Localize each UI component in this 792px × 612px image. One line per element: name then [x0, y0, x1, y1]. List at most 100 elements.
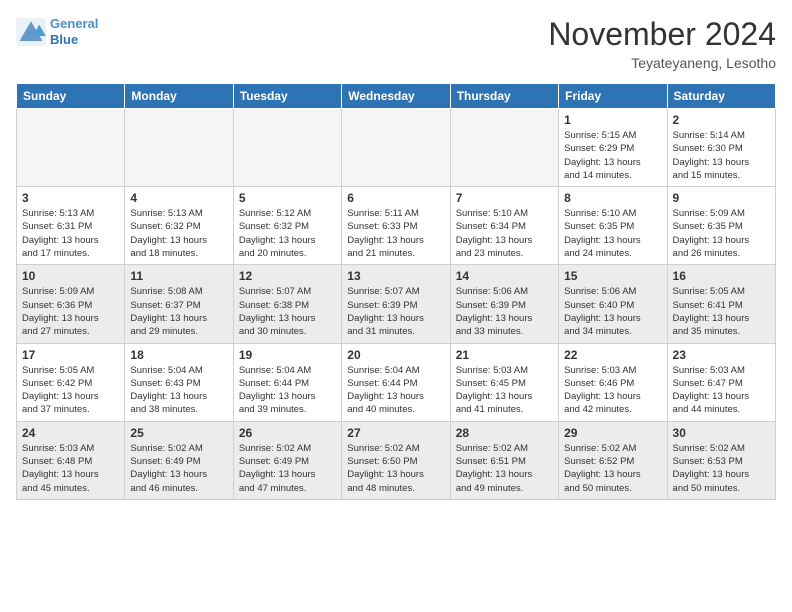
day-number: 18 — [130, 348, 227, 362]
day-info: Sunrise: 5:04 AM Sunset: 6:44 PM Dayligh… — [347, 364, 444, 417]
calendar-cell: 19 Sunrise: 5:04 AM Sunset: 6:44 PM Dayli… — [233, 343, 341, 421]
day-number: 23 — [673, 348, 770, 362]
calendar-cell: 8 Sunrise: 5:10 AM Sunset: 6:35 PM Daylig… — [559, 187, 667, 265]
day-number: 29 — [564, 426, 661, 440]
calendar-cell: 9 Sunrise: 5:09 AM Sunset: 6:35 PM Daylig… — [667, 187, 775, 265]
day-info: Sunrise: 5:02 AM Sunset: 6:53 PM Dayligh… — [673, 442, 770, 495]
weekday-header-wednesday: Wednesday — [342, 84, 450, 109]
day-number: 15 — [564, 269, 661, 283]
day-info: Sunrise: 5:05 AM Sunset: 6:41 PM Dayligh… — [673, 285, 770, 338]
day-number: 16 — [673, 269, 770, 283]
day-number: 30 — [673, 426, 770, 440]
calendar-cell: 17Sunrise: 5:05 AM Sunset: 6:42 PM Dayli… — [17, 343, 125, 421]
title-block: November 2024 Teyateyaneng, Lesotho — [548, 16, 776, 71]
day-number: 11 — [130, 269, 227, 283]
calendar-cell: 21 Sunrise: 5:03 AM Sunset: 6:45 PM Dayli… — [450, 343, 558, 421]
calendar-cell: 16 Sunrise: 5:05 AM Sunset: 6:41 PM Dayli… — [667, 265, 775, 343]
day-info: Sunrise: 5:02 AM Sunset: 6:50 PM Dayligh… — [347, 442, 444, 495]
day-number: 5 — [239, 191, 336, 205]
calendar-row-1: 3Sunrise: 5:13 AM Sunset: 6:31 PM Daylig… — [17, 187, 776, 265]
day-info: Sunrise: 5:14 AM Sunset: 6:30 PM Dayligh… — [673, 129, 770, 182]
calendar-cell: 2 Sunrise: 5:14 AM Sunset: 6:30 PM Daylig… — [667, 109, 775, 187]
page-header: General Blue November 2024 Teyateyaneng,… — [16, 16, 776, 71]
logo-line1: General — [50, 16, 98, 31]
day-number: 26 — [239, 426, 336, 440]
calendar-cell: 18 Sunrise: 5:04 AM Sunset: 6:43 PM Dayli… — [125, 343, 233, 421]
logo-icon — [16, 18, 46, 46]
calendar-table: SundayMondayTuesdayWednesdayThursdayFrid… — [16, 83, 776, 500]
weekday-header-row: SundayMondayTuesdayWednesdayThursdayFrid… — [17, 84, 776, 109]
day-number: 10 — [22, 269, 119, 283]
logo: General Blue — [16, 16, 98, 47]
calendar-cell: 7Sunrise: 5:10 AM Sunset: 6:34 PM Daylig… — [450, 187, 558, 265]
calendar-cell: 10 Sunrise: 5:09 AM Sunset: 6:36 PM Dayli… — [17, 265, 125, 343]
month-title: November 2024 — [548, 16, 776, 53]
weekday-header-tuesday: Tuesday — [233, 84, 341, 109]
calendar-cell — [342, 109, 450, 187]
day-info: Sunrise: 5:03 AM Sunset: 6:48 PM Dayligh… — [22, 442, 119, 495]
calendar-cell: 11 Sunrise: 5:08 AM Sunset: 6:37 PM Dayli… — [125, 265, 233, 343]
day-info: Sunrise: 5:03 AM Sunset: 6:45 PM Dayligh… — [456, 364, 553, 417]
calendar-cell: 25Sunrise: 5:02 AM Sunset: 6:49 PM Dayli… — [125, 421, 233, 499]
day-info: Sunrise: 5:04 AM Sunset: 6:44 PM Dayligh… — [239, 364, 336, 417]
day-info: Sunrise: 5:02 AM Sunset: 6:49 PM Dayligh… — [239, 442, 336, 495]
day-info: Sunrise: 5:02 AM Sunset: 6:52 PM Dayligh… — [564, 442, 661, 495]
day-info: Sunrise: 5:09 AM Sunset: 6:36 PM Dayligh… — [22, 285, 119, 338]
day-number: 9 — [673, 191, 770, 205]
day-info: Sunrise: 5:12 AM Sunset: 6:32 PM Dayligh… — [239, 207, 336, 260]
day-number: 20 — [347, 348, 444, 362]
day-info: Sunrise: 5:08 AM Sunset: 6:37 PM Dayligh… — [130, 285, 227, 338]
calendar-cell: 26 Sunrise: 5:02 AM Sunset: 6:49 PM Dayli… — [233, 421, 341, 499]
day-number: 3 — [22, 191, 119, 205]
calendar-row-0: 1Sunrise: 5:15 AM Sunset: 6:29 PM Daylig… — [17, 109, 776, 187]
calendar-cell — [450, 109, 558, 187]
day-number: 28 — [456, 426, 553, 440]
calendar-cell: 6 Sunrise: 5:11 AM Sunset: 6:33 PM Daylig… — [342, 187, 450, 265]
day-info: Sunrise: 5:09 AM Sunset: 6:35 PM Dayligh… — [673, 207, 770, 260]
calendar-cell: 3Sunrise: 5:13 AM Sunset: 6:31 PM Daylig… — [17, 187, 125, 265]
day-number: 21 — [456, 348, 553, 362]
day-number: 8 — [564, 191, 661, 205]
calendar-cell: 22 Sunrise: 5:03 AM Sunset: 6:46 PM Dayli… — [559, 343, 667, 421]
calendar-cell — [233, 109, 341, 187]
weekday-header-saturday: Saturday — [667, 84, 775, 109]
calendar-cell: 4 Sunrise: 5:13 AM Sunset: 6:32 PM Daylig… — [125, 187, 233, 265]
calendar-cell: 24Sunrise: 5:03 AM Sunset: 6:48 PM Dayli… — [17, 421, 125, 499]
day-info: Sunrise: 5:10 AM Sunset: 6:35 PM Dayligh… — [564, 207, 661, 260]
calendar-row-2: 10 Sunrise: 5:09 AM Sunset: 6:36 PM Dayli… — [17, 265, 776, 343]
day-info: Sunrise: 5:06 AM Sunset: 6:40 PM Dayligh… — [564, 285, 661, 338]
day-info: Sunrise: 5:07 AM Sunset: 6:38 PM Dayligh… — [239, 285, 336, 338]
calendar-row-4: 24Sunrise: 5:03 AM Sunset: 6:48 PM Dayli… — [17, 421, 776, 499]
weekday-header-sunday: Sunday — [17, 84, 125, 109]
logo-line2: Blue — [50, 32, 78, 47]
calendar-cell: 28 Sunrise: 5:02 AM Sunset: 6:51 PM Dayli… — [450, 421, 558, 499]
calendar-cell: 27Sunrise: 5:02 AM Sunset: 6:50 PM Dayli… — [342, 421, 450, 499]
calendar-cell: 13 Sunrise: 5:07 AM Sunset: 6:39 PM Dayli… — [342, 265, 450, 343]
day-info: Sunrise: 5:10 AM Sunset: 6:34 PM Dayligh… — [456, 207, 553, 260]
day-number: 19 — [239, 348, 336, 362]
calendar-cell: 1Sunrise: 5:15 AM Sunset: 6:29 PM Daylig… — [559, 109, 667, 187]
day-info: Sunrise: 5:02 AM Sunset: 6:51 PM Dayligh… — [456, 442, 553, 495]
day-number: 6 — [347, 191, 444, 205]
calendar-cell: 15 Sunrise: 5:06 AM Sunset: 6:40 PM Dayli… — [559, 265, 667, 343]
day-info: Sunrise: 5:06 AM Sunset: 6:39 PM Dayligh… — [456, 285, 553, 338]
day-number: 2 — [673, 113, 770, 127]
calendar-cell: 20 Sunrise: 5:04 AM Sunset: 6:44 PM Dayli… — [342, 343, 450, 421]
day-info: Sunrise: 5:04 AM Sunset: 6:43 PM Dayligh… — [130, 364, 227, 417]
day-info: Sunrise: 5:07 AM Sunset: 6:39 PM Dayligh… — [347, 285, 444, 338]
logo-text: General Blue — [50, 16, 98, 47]
calendar-cell — [17, 109, 125, 187]
calendar-cell: 14Sunrise: 5:06 AM Sunset: 6:39 PM Dayli… — [450, 265, 558, 343]
weekday-header-monday: Monday — [125, 84, 233, 109]
day-info: Sunrise: 5:02 AM Sunset: 6:49 PM Dayligh… — [130, 442, 227, 495]
day-number: 4 — [130, 191, 227, 205]
weekday-header-thursday: Thursday — [450, 84, 558, 109]
calendar-row-3: 17Sunrise: 5:05 AM Sunset: 6:42 PM Dayli… — [17, 343, 776, 421]
day-info: Sunrise: 5:11 AM Sunset: 6:33 PM Dayligh… — [347, 207, 444, 260]
day-number: 22 — [564, 348, 661, 362]
day-info: Sunrise: 5:15 AM Sunset: 6:29 PM Dayligh… — [564, 129, 661, 182]
day-info: Sunrise: 5:13 AM Sunset: 6:32 PM Dayligh… — [130, 207, 227, 260]
day-info: Sunrise: 5:03 AM Sunset: 6:46 PM Dayligh… — [564, 364, 661, 417]
day-number: 13 — [347, 269, 444, 283]
calendar-cell: 12Sunrise: 5:07 AM Sunset: 6:38 PM Dayli… — [233, 265, 341, 343]
